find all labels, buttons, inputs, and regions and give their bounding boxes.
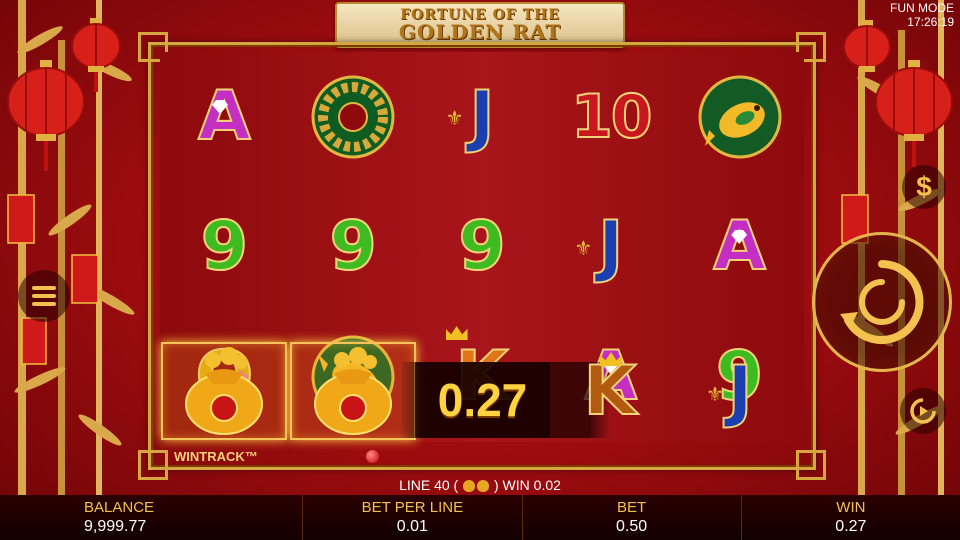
reel-cell: J ⚜ [546,182,675,312]
reel-cell [675,52,804,182]
money-bag-icon [185,347,263,435]
symbol-10: 10 [570,82,653,152]
wintrack-bar: WINTRACK™ [160,444,804,468]
reel-cell: K [546,344,674,440]
balance-label: BALANCE [84,498,155,516]
reel-cell: 9 [160,182,289,312]
fleur-de-lis-icon: ⚜ [574,238,593,260]
fleur-de-lis-icon: ⚜ [706,384,724,406]
menu-button[interactable] [18,270,70,322]
symbol-a: A [712,207,767,286]
red-lantern-icon [843,20,891,72]
golden-koi-icon [698,75,782,159]
bet-value: 0.50 [616,517,648,535]
jade-ring-icon [311,75,395,159]
wintrack-label: WINTRACK™ [174,448,258,464]
reel-cell: J ⚜ [676,344,804,440]
reel-cell: 10 [546,52,675,182]
symbol-k: K [583,352,638,431]
win-amount-display: 0.27 [415,362,550,438]
win-value: 0.27 [835,517,867,535]
spin-icon [840,260,924,344]
bet-per-line-label: BET PER LINE [361,498,464,516]
wintrack-marker-icon [365,449,379,463]
bet-per-line-stat[interactable]: BET PER LINE 0.01 [303,495,523,540]
autoplay-button[interactable] [900,388,946,434]
dollar-icon: $ [916,171,932,202]
winning-cell [290,342,416,440]
reel-cell: 9 [289,182,418,312]
reel-cell [289,52,418,182]
clock: 17:26:19 [907,15,954,29]
win-label: WIN [836,498,866,516]
symbol-j: J [597,207,624,286]
autoplay-icon [910,398,936,424]
reel-cell: 9 [418,182,547,312]
money-bag-icon [314,347,392,435]
symbol-j: J [468,77,495,156]
reel-cell: A [160,52,289,182]
crown-icon [445,326,468,340]
balance-stat: BALANCE 9,999.77 [0,495,304,540]
money-bag-icon [477,480,490,493]
line-info-suffix: ) WIN 0.02 [494,477,561,493]
bottom-stats-bar: BALANCE 9,999.77 BET PER LINE 0.01 BET 0… [0,495,960,540]
money-bag-icon [463,480,476,493]
red-lantern-icon [71,18,121,92]
reel-cell: J ⚜ [418,52,547,182]
fleur-de-lis-icon: ⚜ [445,108,464,130]
symbol-a: A [197,77,252,156]
win-stat: WIN 0.27 [742,495,960,540]
game-stage: FORTUNE OF THE GOLDEN RAT FUN MODE 17:26… [0,0,960,540]
line-win-info: LINE 40 ( ) WIN 0.02 [0,477,960,493]
bet-label: BET [617,498,647,516]
balance-value: 9,999.77 [84,517,147,535]
symbol-9: 9 [200,207,249,286]
fun-mode-label: FUN MODE [890,1,954,15]
spin-button[interactable] [812,232,952,372]
bet-settings-button[interactable]: $ [902,165,946,209]
winning-cell [161,342,287,440]
line-info-prefix: LINE 40 ( [399,477,459,493]
bet-stat[interactable]: BET 0.50 [523,495,742,540]
reel-cell: A [675,182,804,312]
game-title-line2: GOLDEN RAT [398,20,562,44]
hamburger-icon [32,286,56,306]
bet-per-line-value: 0.01 [396,517,428,535]
status-display: FUN MODE 17:26:19 [890,1,954,29]
symbol-9: 9 [329,207,378,286]
symbol-j: J [726,352,753,431]
symbol-9: 9 [457,207,506,286]
